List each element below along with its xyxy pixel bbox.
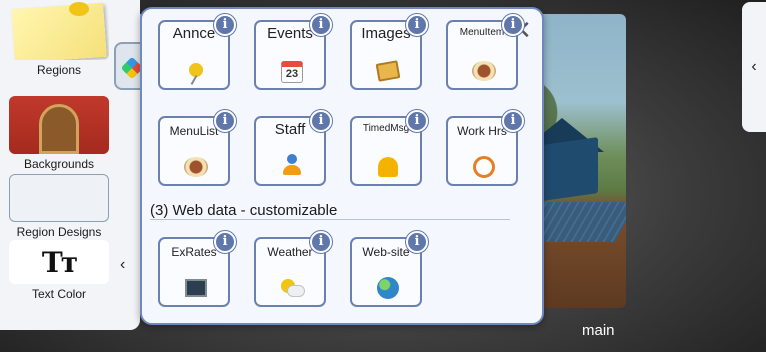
section-divider [150, 219, 510, 220]
info-icon[interactable]: i [214, 231, 236, 253]
sidebar-collapse-chevron-icon[interactable]: ‹ [120, 256, 125, 274]
tile-images[interactable]: Images i [350, 14, 428, 90]
presentation-board-icon [181, 275, 211, 301]
info-icon[interactable]: i [310, 231, 332, 253]
calendar-day: 23 [281, 61, 303, 83]
info-icon[interactable]: i [214, 110, 236, 132]
info-icon[interactable]: i [406, 110, 428, 132]
preview-label: main [582, 322, 615, 339]
food-plate-icon [181, 154, 211, 180]
chevron-left-icon: ‹ [751, 58, 757, 75]
text-color-glyph: Tт [41, 245, 78, 279]
info-icon[interactable]: i [406, 14, 428, 36]
tile-workhrs[interactable]: Work Hrs i [446, 110, 524, 186]
right-panel-expand-button[interactable]: ‹ [742, 2, 766, 132]
calendar-icon: 23 [277, 58, 307, 84]
person-icon [277, 154, 307, 180]
info-icon[interactable]: i [310, 110, 332, 132]
sidebar-item-label: Region Designs [16, 225, 102, 239]
section-title-web-data: (3) Web data - customizable [150, 202, 338, 219]
info-icon[interactable]: i [502, 14, 524, 36]
tile-staff[interactable]: Staff i [254, 110, 332, 186]
sidebar-item-label: Text Color [31, 287, 87, 301]
sidebar-item-label: Regions [36, 63, 82, 77]
tile-events[interactable]: Events 23 i [254, 14, 332, 90]
info-icon[interactable]: i [214, 14, 236, 36]
region-design-icon [9, 174, 109, 222]
pushpin-icon [181, 58, 211, 84]
sidebar-item-label: Backgrounds [23, 157, 95, 171]
bell-icon [373, 154, 403, 180]
sticky-note-icon [9, 2, 109, 60]
tile-weather[interactable]: Weather i [254, 231, 332, 307]
sidebar-item-text-color[interactable]: Tт Text Color [9, 240, 109, 301]
region-type-popup: ✕ Annce i Events 23 i Images i MenuItem … [140, 7, 544, 325]
text-color-icon: Tт [9, 240, 109, 284]
tile-timedmsg[interactable]: TimedMsg i [350, 110, 428, 186]
sidebar-item-backgrounds[interactable]: Backgrounds [9, 96, 109, 171]
food-plate-icon [469, 58, 499, 84]
tile-exrates[interactable]: ExRates i [158, 231, 236, 307]
background-thumbnail-icon [9, 96, 109, 154]
tile-website[interactable]: Web-site i [350, 231, 428, 307]
tile-menulist[interactable]: MenuList i [158, 110, 236, 186]
sidebar-item-region-designs[interactable]: Region Designs [9, 174, 109, 239]
tile-annce[interactable]: Annce i [158, 14, 236, 90]
globe-icon [373, 275, 403, 301]
sidebar-item-regions[interactable]: Regions [9, 2, 109, 77]
tile-menuitem[interactable]: MenuItem i [446, 14, 524, 90]
info-icon[interactable]: i [502, 110, 524, 132]
sun-cloud-icon [277, 275, 307, 301]
stage: main Regions Backgrounds Region Designs … [0, 0, 766, 352]
alarm-clock-icon [469, 154, 499, 180]
info-icon[interactable]: i [406, 231, 428, 253]
info-icon[interactable]: i [310, 14, 332, 36]
images-icon [373, 58, 403, 84]
